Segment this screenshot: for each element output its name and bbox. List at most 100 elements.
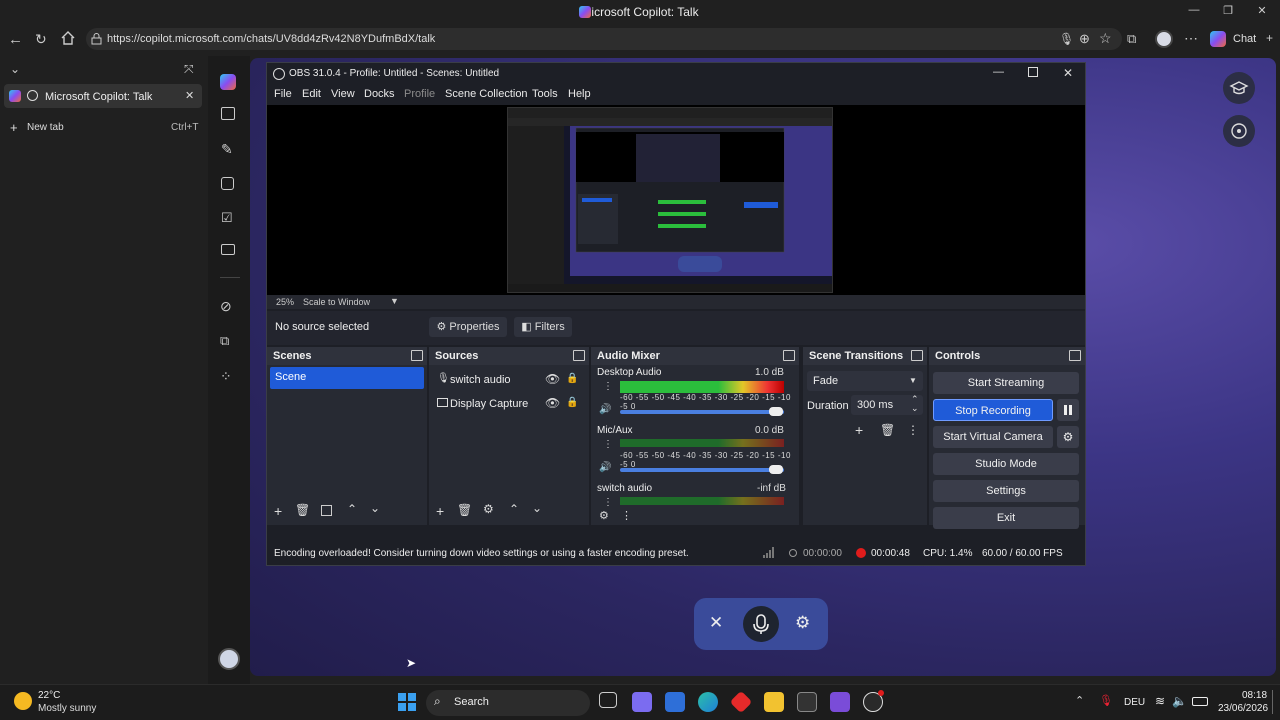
obs-close-button[interactable]: ✕ [1063,66,1073,80]
tray-chevron-up-icon[interactable]: ⌃ [1075,694,1084,707]
remove-source-icon[interactable]: 🗑 [457,503,472,517]
chevron-down-icon[interactable]: ⌄ [10,62,20,76]
move-down-icon[interactable]: ⌄ [532,501,542,515]
menu-profile[interactable]: Profile [404,88,435,100]
move-up-icon[interactable]: ⌃ [347,502,357,516]
new-tab-button[interactable]: New tab [27,122,64,133]
file-explorer-icon[interactable] [764,692,784,712]
exit-button[interactable]: Exit [933,507,1079,529]
scene-filters-icon[interactable] [321,505,332,516]
obs-minimize-button[interactable]: — [993,66,1004,78]
add-transition-icon[interactable]: + [855,422,863,438]
input-language[interactable]: DEU [1124,697,1145,708]
remove-scene-icon[interactable]: 🗑 [295,503,310,517]
tray-mic-icon[interactable]: 🎙 [1099,694,1113,707]
stop-recording-button[interactable]: Stop Recording [933,399,1053,421]
scale-mode-select[interactable]: Scale to Window [303,297,370,307]
collapse-tabs-icon[interactable]: ⤧ [184,62,194,77]
undock-icon[interactable] [411,350,423,361]
speaker-volume-icon[interactable]: 🔊 [599,462,611,473]
menu-edit[interactable]: Edit [302,88,321,100]
mic-permission-icon[interactable]: 🎙 [1059,32,1074,46]
wifi-icon[interactable]: ≋ [1155,694,1165,708]
discover-icon[interactable] [221,177,234,190]
visibility-eye-icon[interactable]: 👁 [545,396,560,410]
more-menu-icon[interactable]: ⋯ [1184,30,1198,47]
chevron-down-icon[interactable]: ▼ [909,376,917,385]
duration-stepper-icon[interactable]: ⌃ ⌄ [911,395,919,413]
menu-help[interactable]: Help [568,88,591,100]
home-icon[interactable] [61,31,75,45]
remove-transition-icon[interactable]: 🗑 [880,423,895,437]
end-voice-close-icon[interactable]: ✕ [709,613,723,633]
add-scene-icon[interactable]: + [274,503,282,519]
menu-view[interactable]: View [331,88,355,100]
speaker-volume-icon[interactable]: 🔊 [599,404,611,415]
channel-menu-icon[interactable]: ⋮ [603,497,613,508]
channel-menu-icon[interactable]: ⋮ [603,381,613,392]
microphone-button[interactable] [743,606,779,642]
menu-docks[interactable]: Docks [364,88,395,100]
channel-menu-icon[interactable]: ⋮ [603,439,613,450]
task-view-icon[interactable] [599,692,617,708]
volume-slider[interactable] [620,468,784,472]
lock-icon[interactable]: 🔒 [566,397,578,408]
copilot-home-icon[interactable] [220,74,236,90]
tab-label[interactable]: Microsoft Copilot: Talk [45,91,152,103]
apps-grid-icon[interactable]: ⁘ [220,368,232,385]
capcut-icon[interactable] [797,692,817,712]
menu-scene-collection[interactable]: Scene Collection [445,88,528,100]
scale-dropdown-icon[interactable]: ▼ [390,296,399,306]
voice-settings-gear-icon[interactable]: ⚙ [795,613,810,633]
voice-settings-button[interactable] [1223,115,1255,147]
sidebar-toggle-icon[interactable] [221,107,235,120]
volume-slider-handle[interactable] [769,465,783,474]
volume-slider-handle[interactable] [769,407,783,416]
windows-start-icon[interactable] [398,693,416,711]
source-item-switch-audio[interactable]: switch audio [450,374,511,386]
new-tab-plus-icon[interactable]: + [10,120,18,135]
undock-icon[interactable] [1069,350,1081,361]
clock-time[interactable]: 08:18 [1242,690,1267,701]
filters-button[interactable]: ◧ Filters [514,317,572,337]
undock-icon[interactable] [573,350,585,361]
taskbar-search-box[interactable] [426,690,590,716]
minimize-button[interactable]: — [1184,4,1204,20]
add-icon[interactable]: + [1266,31,1273,45]
undock-icon[interactable] [911,350,923,361]
edge-icon[interactable] [698,692,718,712]
show-desktop-button[interactable] [1272,690,1273,714]
weather-condition[interactable]: Mostly sunny [38,703,96,714]
search-label[interactable]: Search [454,696,489,708]
clock-date[interactable]: 23/06/2026 [1218,703,1268,714]
favorite-star-icon[interactable]: ☆ [1099,30,1112,47]
source-properties-gear-icon[interactable]: ⚙ [483,502,494,516]
scene-item[interactable]: Scene [270,367,424,389]
close-window-button[interactable]: ✕ [1252,4,1272,20]
maximize-button[interactable]: ❐ [1218,4,1238,20]
copilot-sidebar-icon[interactable] [1210,31,1226,47]
settings-button[interactable]: Settings [933,480,1079,502]
refresh-icon[interactable]: ↻ [35,31,47,48]
obs-maximize-button[interactable] [1028,67,1038,77]
pause-recording-button[interactable] [1057,399,1079,421]
mixer-menu-icon[interactable]: ⋮ [621,509,632,522]
new-chat-icon[interactable]: ✎ [221,141,233,158]
properties-button[interactable]: ⚙ Properties [429,317,507,337]
extensions-icon[interactable]: ⧉ [1127,31,1136,47]
learn-button[interactable] [1223,72,1255,104]
source-item-display-capture[interactable]: Display Capture [450,398,528,410]
weather-temperature[interactable]: 22°C [38,690,60,701]
obs-preview-canvas[interactable] [507,107,833,293]
virtual-camera-gear-icon[interactable]: ⚙ [1057,426,1079,448]
chat-button[interactable]: Chat [1233,33,1256,45]
visibility-eye-icon[interactable]: 👁 [545,372,560,386]
menu-tools[interactable]: Tools [532,88,558,100]
menu-file[interactable]: File [274,88,292,100]
app-icon[interactable] [830,692,850,712]
store-icon[interactable] [665,692,685,712]
image-search-icon[interactable]: ⧉ [220,333,229,349]
profile-avatar[interactable] [1155,30,1173,48]
transition-select[interactable]: Fade [807,371,923,391]
teams-icon[interactable] [632,692,652,712]
